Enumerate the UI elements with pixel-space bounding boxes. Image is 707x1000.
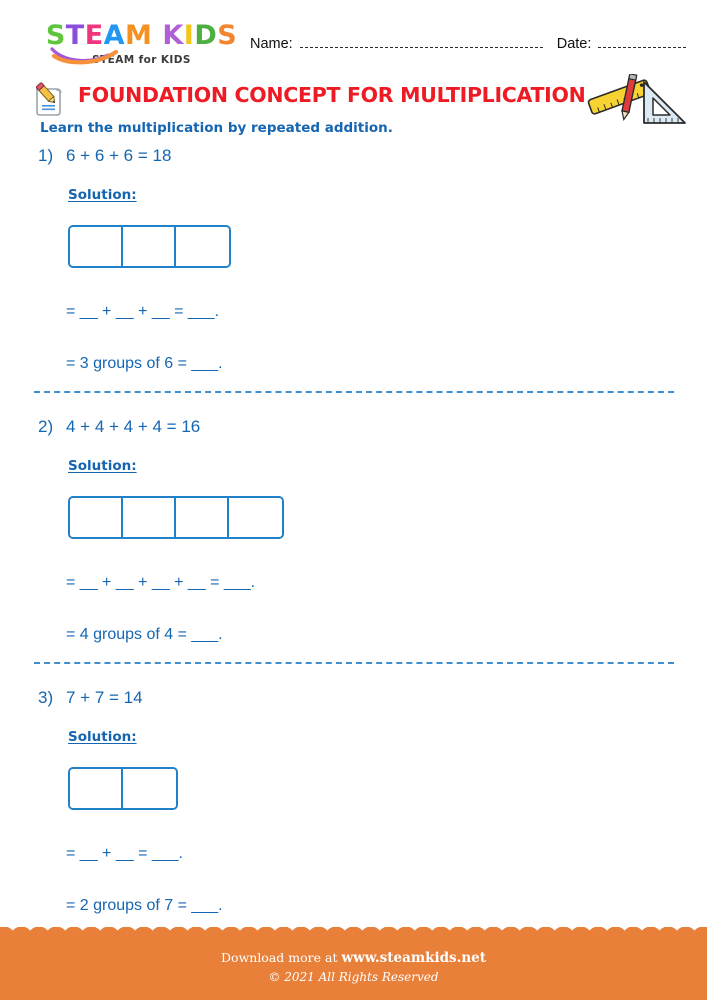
group-box-cell[interactable] bbox=[70, 769, 123, 808]
problem-equation: 1) 6 + 6 + 6 = 18 bbox=[38, 146, 171, 166]
group-box-cell[interactable] bbox=[123, 227, 176, 266]
group-box-cell[interactable] bbox=[123, 498, 176, 537]
logo-letter-4: M bbox=[125, 20, 153, 51]
group-box-cell[interactable] bbox=[123, 769, 176, 808]
answer-line-groups[interactable]: = 3 groups of 6 = ___. bbox=[66, 355, 223, 373]
group-box-cell[interactable] bbox=[70, 498, 123, 537]
solution-label: Solution: bbox=[68, 187, 137, 203]
logo-letter-2: E bbox=[84, 20, 104, 51]
name-date-row: Name: Date: bbox=[250, 36, 690, 52]
page-title: FOUNDATION CONCEPT FOR MULTIPLICATION bbox=[78, 83, 586, 107]
logo-tagline: STEAM for KIDS bbox=[92, 54, 191, 66]
worksheet-page: STEAM KIDS STEAM for KIDS Name: Date: FO… bbox=[0, 0, 707, 1000]
problem-number: 1) bbox=[38, 146, 54, 165]
footer-copyright: © 2021 All Rights Reserved bbox=[268, 970, 439, 984]
problem-equation-text: 4 + 4 + 4 + 4 = 16 bbox=[66, 417, 201, 436]
page-footer: Download more at www.steamkids.net © 202… bbox=[0, 927, 707, 1000]
page-header: STEAM KIDS STEAM for KIDS Name: Date: bbox=[0, 22, 707, 78]
ruler-triangle-icon bbox=[587, 74, 686, 124]
notepad-pencil-icon bbox=[35, 82, 62, 116]
footer-download-prefix: Download more at bbox=[221, 950, 342, 965]
answer-line-addition[interactable]: = __ + __ + __ = ___. bbox=[66, 303, 219, 321]
group-box-cell[interactable] bbox=[70, 227, 123, 266]
group-box-cell[interactable] bbox=[176, 227, 229, 266]
instruction-text: Learn the multiplication by repeated add… bbox=[40, 120, 393, 136]
group-box-row bbox=[68, 767, 178, 810]
problem-divider bbox=[34, 391, 674, 393]
footer-scallop-edge bbox=[0, 927, 707, 940]
logo-letter-1: T bbox=[65, 20, 85, 51]
answer-line-addition[interactable]: = __ + __ = ___. bbox=[66, 845, 183, 863]
group-box-row bbox=[68, 225, 231, 268]
date-input-line[interactable] bbox=[598, 37, 687, 48]
logo-letter-0: S bbox=[45, 20, 66, 51]
solution-label: Solution: bbox=[68, 458, 137, 474]
name-input-line[interactable] bbox=[299, 37, 543, 48]
group-box-cell[interactable] bbox=[229, 498, 282, 537]
title-bar: FOUNDATION CONCEPT FOR MULTIPLICATION bbox=[0, 74, 707, 124]
logo-letter-5 bbox=[152, 22, 162, 49]
problem-divider bbox=[34, 662, 674, 664]
problem-equation: 2) 4 + 4 + 4 + 4 = 16 bbox=[38, 417, 200, 437]
answer-line-groups[interactable]: = 2 groups of 7 = ___. bbox=[66, 897, 223, 915]
problem-number: 2) bbox=[38, 417, 54, 436]
logo-letter-7: I bbox=[183, 20, 195, 51]
footer-download-text: Download more at www.steamkids.net bbox=[0, 950, 707, 966]
problem-number: 3) bbox=[38, 688, 54, 707]
footer-website-link[interactable]: www.steamkids.net bbox=[341, 950, 486, 966]
problem-equation-text: 6 + 6 + 6 = 18 bbox=[66, 146, 172, 165]
problem-equation-text: 7 + 7 = 14 bbox=[66, 688, 143, 707]
name-label: Name: bbox=[250, 36, 293, 52]
answer-line-groups[interactable]: = 4 groups of 4 = ___. bbox=[66, 626, 223, 644]
group-box-cell[interactable] bbox=[176, 498, 229, 537]
steam-kids-logo: STEAM KIDS STEAM for KIDS bbox=[44, 22, 239, 66]
problem-equation: 3) 7 + 7 = 14 bbox=[38, 688, 143, 708]
solution-label: Solution: bbox=[68, 729, 137, 745]
logo-wordmark: STEAM KIDS bbox=[44, 22, 239, 49]
group-box-row bbox=[68, 496, 284, 539]
logo-letter-9: S bbox=[217, 20, 238, 51]
answer-line-addition[interactable]: = __ + __ + __ + __ = ___. bbox=[66, 574, 255, 592]
date-label: Date: bbox=[556, 36, 592, 52]
logo-letter-8: D bbox=[194, 20, 218, 51]
logo-letter-3: A bbox=[103, 20, 126, 51]
logo-letter-6: K bbox=[162, 20, 184, 51]
